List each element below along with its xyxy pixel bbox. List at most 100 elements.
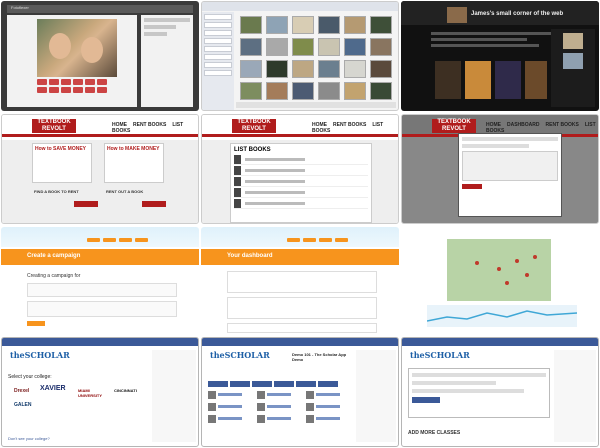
map-pin[interactable]	[533, 255, 537, 259]
nav-dashboard[interactable]: DASHBOARD	[507, 122, 540, 128]
sidebar-item[interactable]	[204, 54, 232, 60]
map-pin[interactable]	[497, 267, 501, 271]
thumbnail[interactable]	[292, 82, 314, 100]
tool-icon[interactable]	[49, 87, 59, 93]
header-button[interactable]	[103, 238, 116, 242]
thumbnail[interactable]	[370, 16, 392, 34]
modal-button[interactable]	[462, 184, 482, 189]
header-button[interactable]	[335, 238, 348, 242]
textbook-logo[interactable]: TEXTBOOK REVOLT	[32, 119, 76, 133]
thumbnail[interactable]	[266, 82, 288, 100]
book-row[interactable]	[234, 165, 368, 176]
thumbnail[interactable]	[266, 38, 288, 56]
thumbnail[interactable]	[318, 38, 340, 56]
map-pin[interactable]	[525, 273, 529, 277]
tool-icon[interactable]	[61, 87, 71, 93]
scholar-logo[interactable]: theSCHOLAR	[10, 350, 70, 360]
classmate[interactable]	[208, 390, 254, 399]
thumbnail[interactable]	[266, 60, 288, 78]
thumbnail[interactable]	[240, 60, 262, 78]
sidebar-item[interactable]	[204, 38, 232, 44]
classmate[interactable]	[208, 402, 254, 411]
timeline-strip[interactable]	[426, 305, 578, 327]
thumbnail[interactable]	[344, 16, 366, 34]
thumbnail[interactable]	[240, 82, 262, 100]
nav-rent-books[interactable]: RENT BOOKS	[133, 122, 166, 128]
sidebar-item[interactable]	[204, 22, 232, 28]
tab-discussions[interactable]	[296, 381, 316, 387]
thumbnail[interactable]	[344, 60, 366, 78]
add-class-button[interactable]	[412, 397, 440, 403]
book-row[interactable]	[234, 176, 368, 187]
us-map[interactable]	[447, 239, 551, 301]
nav-rent-books[interactable]: RENT BOOKS	[546, 122, 579, 128]
college-miami[interactable]: MIAMI UNIVERSITY	[78, 388, 112, 398]
campaign-input[interactable]	[27, 283, 177, 297]
thumbnail[interactable]	[318, 82, 340, 100]
classmate[interactable]	[257, 390, 303, 399]
tool-icon[interactable]	[61, 79, 71, 85]
editor-canvas[interactable]	[7, 15, 137, 107]
classmate[interactable]	[306, 402, 352, 411]
classmate[interactable]	[208, 414, 254, 423]
classmate[interactable]	[306, 414, 352, 423]
thumbnail[interactable]	[370, 60, 392, 78]
map-pin[interactable]	[515, 259, 519, 263]
textbook-logo[interactable]: TEXTBOOK REVOLT	[232, 119, 276, 133]
thumbnail[interactable]	[344, 82, 366, 100]
sidebar-item[interactable]	[204, 14, 232, 20]
college-galen[interactable]: GALEN	[14, 402, 32, 408]
header-button[interactable]	[119, 238, 132, 242]
sidebar-item[interactable]	[204, 46, 232, 52]
header-button[interactable]	[287, 238, 300, 242]
dashboard-card[interactable]	[227, 297, 377, 319]
scholar-logo[interactable]: theSCHOLAR	[410, 350, 470, 360]
sidebar-item[interactable]	[204, 30, 232, 36]
tool-icon[interactable]	[85, 79, 95, 85]
classmate[interactable]	[257, 402, 303, 411]
map-pin[interactable]	[475, 261, 479, 265]
tab-notes[interactable]	[274, 381, 294, 387]
thumbnail[interactable]	[240, 16, 262, 34]
book-row[interactable]	[234, 198, 368, 209]
thumbnail[interactable]	[370, 82, 392, 100]
tool-icon[interactable]	[97, 87, 107, 93]
dashboard-card[interactable]	[227, 271, 377, 293]
tool-icon[interactable]	[37, 79, 47, 85]
sidebar-item[interactable]	[204, 70, 232, 76]
thumbnail[interactable]	[292, 60, 314, 78]
book-row[interactable]	[234, 154, 368, 165]
tool-icon[interactable]	[37, 87, 47, 93]
class-form[interactable]	[408, 368, 550, 418]
book-row[interactable]	[234, 187, 368, 198]
thumbnail[interactable]	[266, 16, 288, 34]
rent-out-button[interactable]	[142, 201, 166, 207]
classmate[interactable]	[306, 390, 352, 399]
dont-see-college-link[interactable]: Don't see your college?	[8, 436, 50, 441]
tool-icon[interactable]	[97, 79, 107, 85]
thumbnail[interactable]	[370, 38, 392, 56]
header-button[interactable]	[303, 238, 316, 242]
tool-icon[interactable]	[49, 79, 59, 85]
campaign-details[interactable]	[27, 301, 177, 317]
thumbnail[interactable]	[344, 38, 366, 56]
thumbnail[interactable]	[318, 60, 340, 78]
thumbnail[interactable]	[292, 38, 314, 56]
thumbnail[interactable]	[240, 38, 262, 56]
campaign-submit[interactable]	[27, 321, 45, 326]
thumbnail[interactable]	[292, 16, 314, 34]
header-button[interactable]	[135, 238, 148, 242]
college-drexel[interactable]: Drexel	[14, 388, 29, 394]
modal-form[interactable]	[462, 151, 558, 181]
college-cincinnati[interactable]: CINCINNATI	[114, 388, 137, 393]
sidebar-item[interactable]	[204, 62, 232, 68]
thumbnail[interactable]	[318, 16, 340, 34]
textbook-logo[interactable]: TEXTBOOK REVOLT	[432, 119, 476, 133]
map-pin[interactable]	[505, 281, 509, 285]
header-button[interactable]	[87, 238, 100, 242]
tab-feedback[interactable]	[318, 381, 338, 387]
editor-tools[interactable]	[37, 79, 117, 93]
header-button[interactable]	[319, 238, 332, 242]
college-xavier[interactable]: XAVIER	[40, 385, 66, 392]
tab-classmates[interactable]	[230, 381, 250, 387]
